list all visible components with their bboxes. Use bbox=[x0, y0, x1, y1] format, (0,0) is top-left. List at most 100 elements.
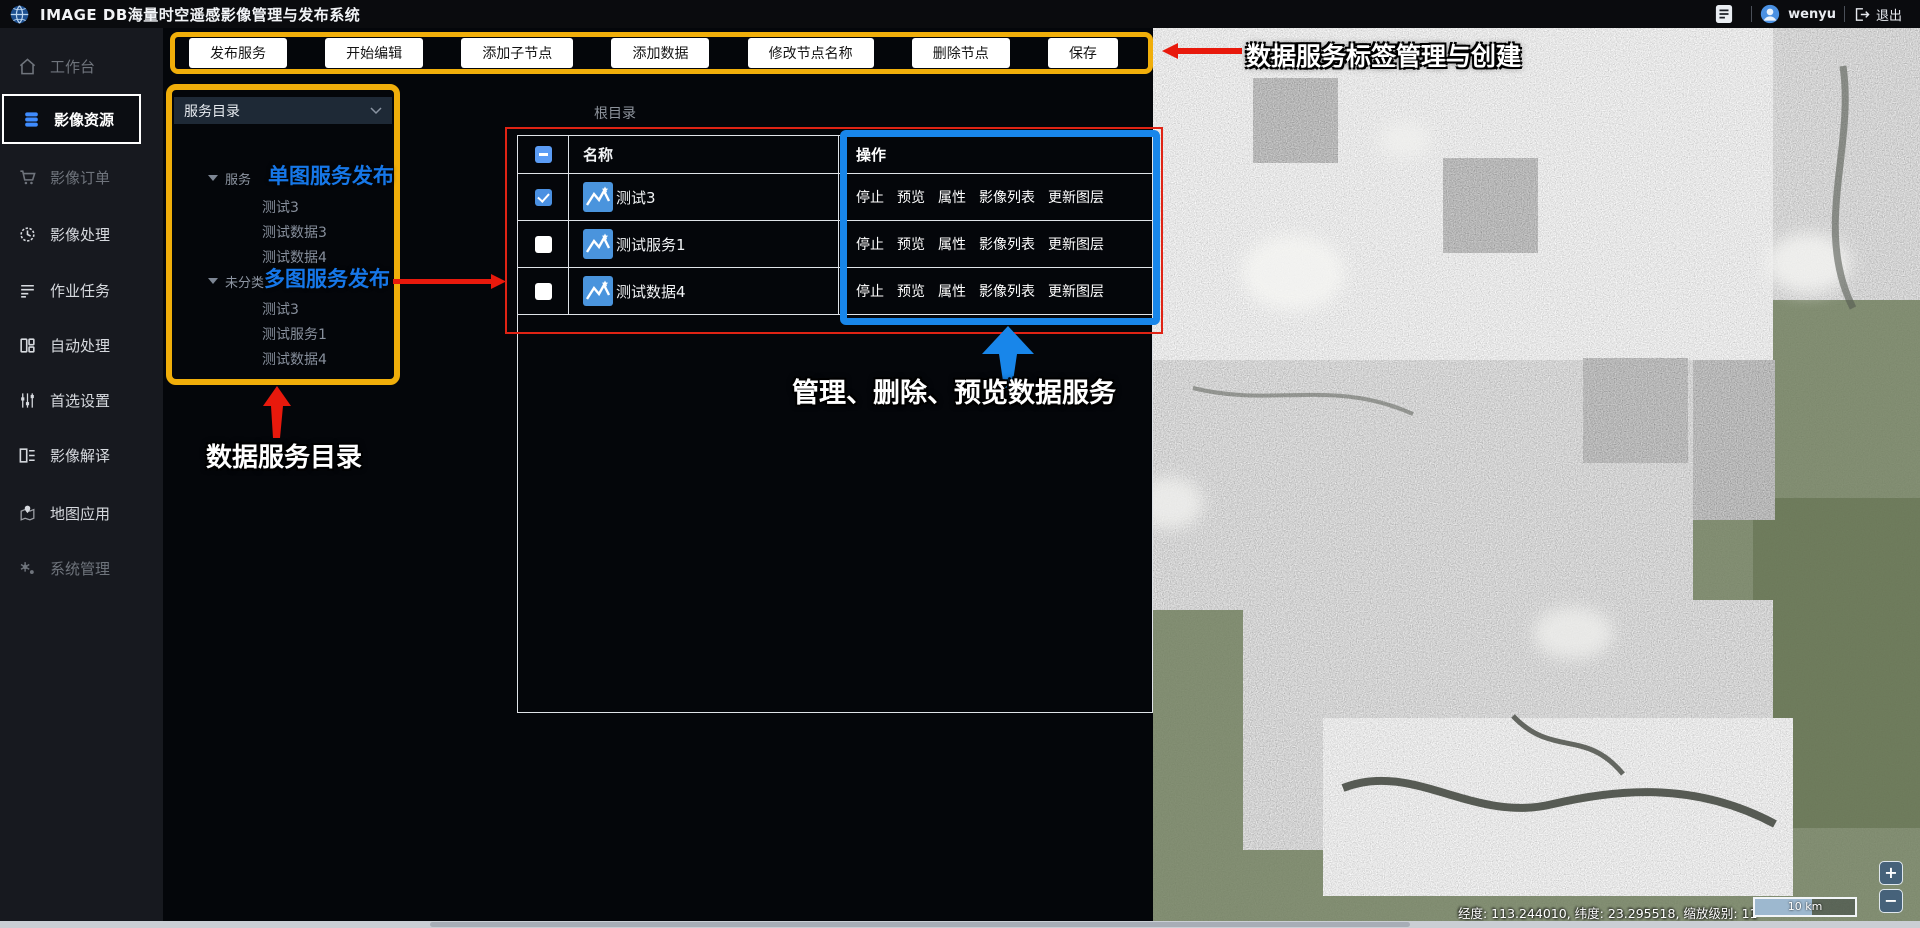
delete-node-button[interactable]: 删除节点 bbox=[912, 38, 1010, 68]
service-table: 名称 操作 测试3 停止 预览 属性 影像列表 更新图层 bbox=[517, 135, 1153, 713]
layer-image-icon bbox=[583, 229, 613, 259]
action-stop[interactable]: 停止 bbox=[856, 281, 884, 301]
add-child-node-button[interactable]: 添加子节点 bbox=[461, 38, 573, 68]
sidebar-item-label: 首选设置 bbox=[50, 390, 110, 411]
service-name: 测试数据4 bbox=[616, 281, 686, 302]
action-update-layer[interactable]: 更新图层 bbox=[1048, 281, 1104, 301]
app-root: 经度: 113.244010, 纬度: 23.295518, 缩放级别: 11 … bbox=[0, 0, 1920, 928]
tree-node[interactable]: 测试3 bbox=[262, 299, 299, 319]
sidebar: 工作台 影像资源 影像订单 影像处理 作业任务 自动处理 首选设置 影像解译 bbox=[0, 28, 163, 921]
start-edit-button[interactable]: 开始编辑 bbox=[325, 38, 423, 68]
user-menu[interactable]: wenyu bbox=[1760, 4, 1836, 24]
column-header-actions: 操作 bbox=[839, 136, 1152, 173]
table-row[interactable]: 测试3 停止 预览 属性 影像列表 更新图层 bbox=[518, 174, 1152, 221]
title-bar: IMAGE DB海量时空遥感影像管理与发布系统 wenyu 退出 bbox=[0, 0, 1920, 28]
sidebar-item-auto-processing[interactable]: 自动处理 bbox=[0, 325, 163, 365]
tree-group-uncategorized[interactable]: 未分类 bbox=[208, 270, 264, 292]
tree-node[interactable]: 测试数据3 bbox=[262, 222, 327, 242]
action-preview[interactable]: 预览 bbox=[897, 281, 925, 301]
tree-group-label: 未分类 bbox=[225, 272, 264, 291]
scrollbar-thumb[interactable] bbox=[430, 922, 1410, 927]
home-icon bbox=[18, 57, 37, 76]
journal-icon[interactable] bbox=[1715, 4, 1733, 24]
horizontal-scrollbar[interactable] bbox=[0, 921, 1920, 928]
table-row[interactable]: 测试服务1 停止 预览 属性 影像列表 更新图层 bbox=[518, 221, 1152, 268]
service-name: 测试服务1 bbox=[616, 234, 686, 255]
row-checkbox[interactable] bbox=[535, 283, 552, 300]
table-header-checkbox-cell bbox=[518, 136, 569, 173]
tree-group-service[interactable]: 服务 bbox=[208, 167, 251, 189]
map-canvas[interactable]: 经度: 113.244010, 纬度: 23.295518, 缩放级别: 11 … bbox=[1153, 28, 1920, 921]
sidebar-item-image-interpretation[interactable]: 影像解译 bbox=[0, 435, 163, 475]
sidebar-item-map-application[interactable]: 地图应用 bbox=[0, 493, 163, 533]
service-catalog-title: 服务目录 bbox=[184, 101, 240, 121]
sidebar-item-image-orders[interactable]: 影像订单 bbox=[0, 157, 163, 197]
single-image-service-note: 单图服务发布 bbox=[268, 160, 394, 190]
action-image-list[interactable]: 影像列表 bbox=[979, 234, 1035, 254]
zoom-in-button[interactable]: + bbox=[1879, 861, 1903, 885]
sidebar-item-workbench[interactable]: 工作台 bbox=[0, 46, 163, 86]
divider bbox=[1751, 6, 1752, 22]
layer-image-icon bbox=[583, 276, 613, 306]
cart-icon bbox=[18, 168, 37, 187]
add-data-button[interactable]: 添加数据 bbox=[611, 38, 709, 68]
sidebar-item-image-resources[interactable]: 影像资源 bbox=[2, 94, 141, 144]
action-properties[interactable]: 属性 bbox=[938, 281, 966, 301]
action-image-list[interactable]: 影像列表 bbox=[979, 281, 1035, 301]
sidebar-item-label: 影像处理 bbox=[50, 224, 110, 245]
tree-node[interactable]: 测试服务1 bbox=[262, 324, 327, 344]
select-all-checkbox[interactable] bbox=[535, 146, 552, 163]
action-preview[interactable]: 预览 bbox=[897, 187, 925, 207]
task-list-icon bbox=[18, 281, 37, 300]
root-directory-label: 根目录 bbox=[594, 103, 636, 123]
column-header-name: 名称 bbox=[569, 136, 839, 173]
action-update-layer[interactable]: 更新图层 bbox=[1048, 187, 1104, 207]
action-update-layer[interactable]: 更新图层 bbox=[1048, 234, 1104, 254]
sidebar-item-preferences[interactable]: 首选设置 bbox=[0, 380, 163, 420]
action-preview[interactable]: 预览 bbox=[897, 234, 925, 254]
sidebar-item-label: 影像订单 bbox=[50, 167, 110, 188]
rename-node-button[interactable]: 修改节点名称 bbox=[748, 38, 874, 68]
satellite-imagery bbox=[1153, 28, 1920, 921]
table-row[interactable]: 测试数据4 停止 预览 属性 影像列表 更新图层 bbox=[518, 268, 1152, 315]
logout-label: 退出 bbox=[1876, 5, 1902, 24]
sidebar-item-system-management[interactable]: 系统管理 bbox=[0, 548, 163, 588]
app-title: IMAGE DB海量时空遥感影像管理与发布系统 bbox=[40, 4, 360, 25]
service-catalog-header[interactable]: 服务目录 bbox=[174, 97, 392, 124]
toolbar-annotation: 数据服务标签管理与创建 bbox=[1246, 37, 1521, 73]
tree-node[interactable]: 测试3 bbox=[262, 197, 299, 217]
action-stop[interactable]: 停止 bbox=[856, 187, 884, 207]
table-header-row: 名称 操作 bbox=[518, 136, 1152, 174]
sidebar-item-label: 影像解译 bbox=[50, 445, 110, 466]
map-status-readout: 经度: 113.244010, 纬度: 23.295518, 缩放级别: 11 bbox=[1458, 903, 1758, 921]
sidebar-item-image-processing[interactable]: 影像处理 bbox=[0, 214, 163, 254]
tree-node[interactable]: 测试数据4 bbox=[262, 349, 327, 369]
sidebar-item-job-tasks[interactable]: 作业任务 bbox=[0, 270, 163, 310]
row-checkbox[interactable] bbox=[535, 189, 552, 206]
multi-image-service-note: 多图服务发布 bbox=[264, 263, 390, 293]
layout-blocks-icon bbox=[18, 336, 37, 355]
action-properties[interactable]: 属性 bbox=[938, 234, 966, 254]
service-toolbar: 发布服务 开始编辑 添加子节点 添加数据 修改节点名称 删除节点 保存 bbox=[170, 32, 1153, 74]
logout-button[interactable]: 退出 bbox=[1853, 5, 1902, 24]
row-checkbox[interactable] bbox=[535, 236, 552, 253]
sidebar-item-label: 作业任务 bbox=[50, 280, 110, 301]
gears-icon bbox=[18, 559, 37, 578]
sliders-icon bbox=[18, 391, 37, 410]
zoom-out-button[interactable]: − bbox=[1879, 889, 1903, 913]
sidebar-item-label: 自动处理 bbox=[50, 335, 110, 356]
action-properties[interactable]: 属性 bbox=[938, 187, 966, 207]
action-stop[interactable]: 停止 bbox=[856, 234, 884, 254]
map-scale-label: 10 km bbox=[1755, 900, 1855, 913]
tree-group-label: 服务 bbox=[225, 169, 251, 188]
actions-annotation: 管理、删除、预览数据服务 bbox=[792, 371, 1116, 410]
chevron-down-icon bbox=[370, 107, 382, 115]
catalog-annotation: 数据服务目录 bbox=[206, 437, 362, 474]
database-icon bbox=[22, 110, 41, 129]
globe-logo-icon bbox=[9, 4, 30, 25]
caret-down-icon bbox=[208, 278, 218, 284]
action-image-list[interactable]: 影像列表 bbox=[979, 187, 1035, 207]
publish-service-button[interactable]: 发布服务 bbox=[189, 38, 287, 68]
save-button[interactable]: 保存 bbox=[1048, 38, 1118, 68]
sidebar-item-label: 影像资源 bbox=[54, 109, 114, 130]
